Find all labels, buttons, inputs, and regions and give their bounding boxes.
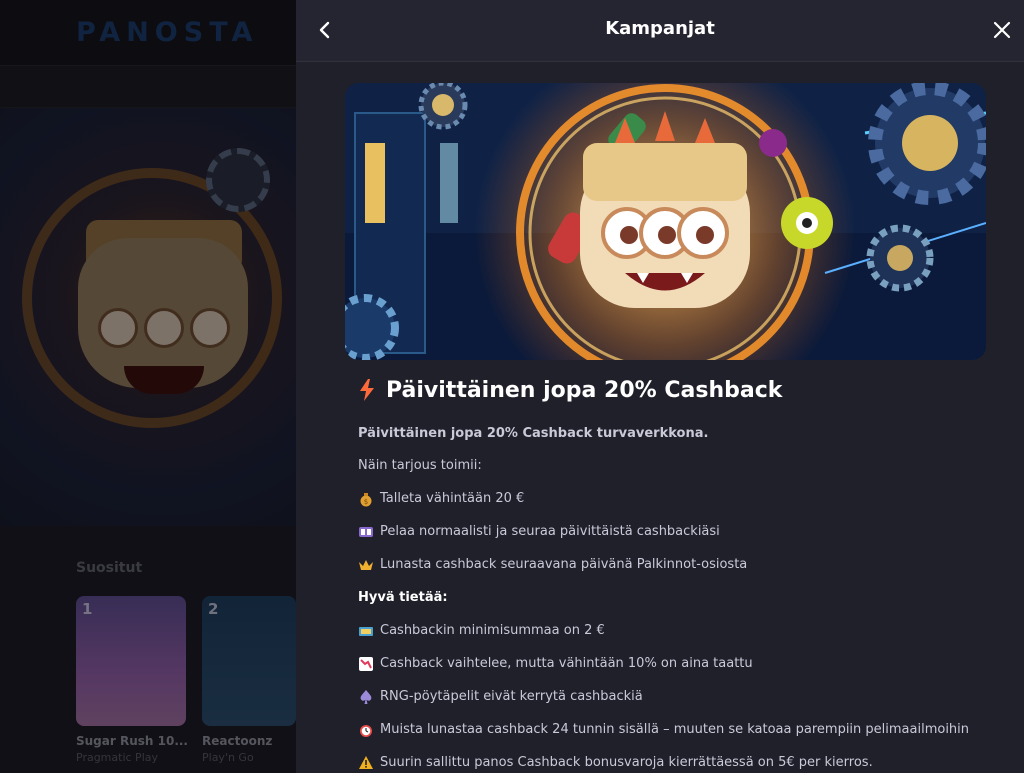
spade-icon bbox=[360, 690, 372, 704]
list-item-text: Cashback vaihtelee, mutta vähintään 10% … bbox=[380, 656, 753, 671]
promo-banner-image bbox=[345, 83, 986, 360]
list-item-text: Suurin sallittu panos Cashback bonusvaro… bbox=[380, 755, 873, 770]
warning-icon bbox=[359, 756, 373, 769]
how-it-works-label: Näin tarjous toimii: bbox=[358, 458, 482, 473]
slot-icon bbox=[359, 527, 373, 537]
money-bag-icon: $ bbox=[360, 493, 372, 507]
promo-title-row: Päivittäinen jopa 20% Cashback bbox=[358, 370, 998, 410]
list-item: Cashbackin minimisummaa on 2 € bbox=[358, 623, 998, 656]
promo-title: Päivittäinen jopa 20% Cashback bbox=[386, 377, 783, 403]
chart-down-icon bbox=[359, 657, 373, 671]
panel-title: Kampanjat bbox=[605, 18, 715, 39]
campaigns-panel: Kampanjat Päivittäinen jopa 20% Cashback… bbox=[296, 0, 1024, 773]
good-to-know-label: Hyvä tietää: bbox=[358, 590, 448, 605]
list-item: Suurin sallittu panos Cashback bonusvaro… bbox=[358, 755, 998, 773]
svg-text:$: $ bbox=[364, 498, 368, 506]
alarm-clock-icon bbox=[360, 725, 372, 737]
list-item: $ Talleta vähintään 20 € bbox=[358, 491, 998, 524]
close-icon bbox=[993, 21, 1011, 39]
list-item: Cashback vaihtelee, mutta vähintään 10% … bbox=[358, 656, 998, 689]
list-item: Muista lunastaa cashback 24 tunnin sisäl… bbox=[358, 722, 998, 755]
list-item-text: RNG-pöytäpelit eivät kerrytä cashbackiä bbox=[380, 689, 643, 704]
list-item: Lunasta cashback seuraavana päivänä Palk… bbox=[358, 557, 998, 590]
overlay-dim[interactable] bbox=[0, 0, 296, 773]
list-item-text: Muista lunastaa cashback 24 tunnin sisäl… bbox=[380, 722, 970, 737]
banner-artwork bbox=[345, 83, 986, 360]
close-button[interactable] bbox=[986, 14, 1018, 46]
list-item-text: Cashbackin minimisummaa on 2 € bbox=[380, 623, 605, 638]
list-item: RNG-pöytäpelit eivät kerrytä cashbackiä bbox=[358, 689, 998, 722]
list-item-text: Pelaa normaalisti ja seuraa päivittäistä… bbox=[380, 524, 720, 539]
promo-lede: Päivittäinen jopa 20% Cashback turvaverk… bbox=[358, 426, 709, 441]
lightning-icon bbox=[360, 379, 374, 401]
cash-icon bbox=[359, 627, 373, 636]
list-item-text: Talleta vähintään 20 € bbox=[380, 491, 525, 506]
background-site: PANOSTA Suositut 1 2 Sugar Rush 10... Pr… bbox=[0, 0, 296, 773]
app-root: { "site": { "logo": "PANOSTA", "section_… bbox=[0, 0, 1024, 773]
promo-content: Päivittäinen jopa 20% Cashback Päivittäi… bbox=[358, 370, 998, 773]
list-item: Pelaa normaalisti ja seuraa päivittäistä… bbox=[358, 524, 998, 557]
list-item-text: Lunasta cashback seuraavana päivänä Palk… bbox=[380, 557, 748, 572]
panel-header: Kampanjat bbox=[296, 0, 1024, 62]
crown-icon bbox=[359, 560, 373, 570]
